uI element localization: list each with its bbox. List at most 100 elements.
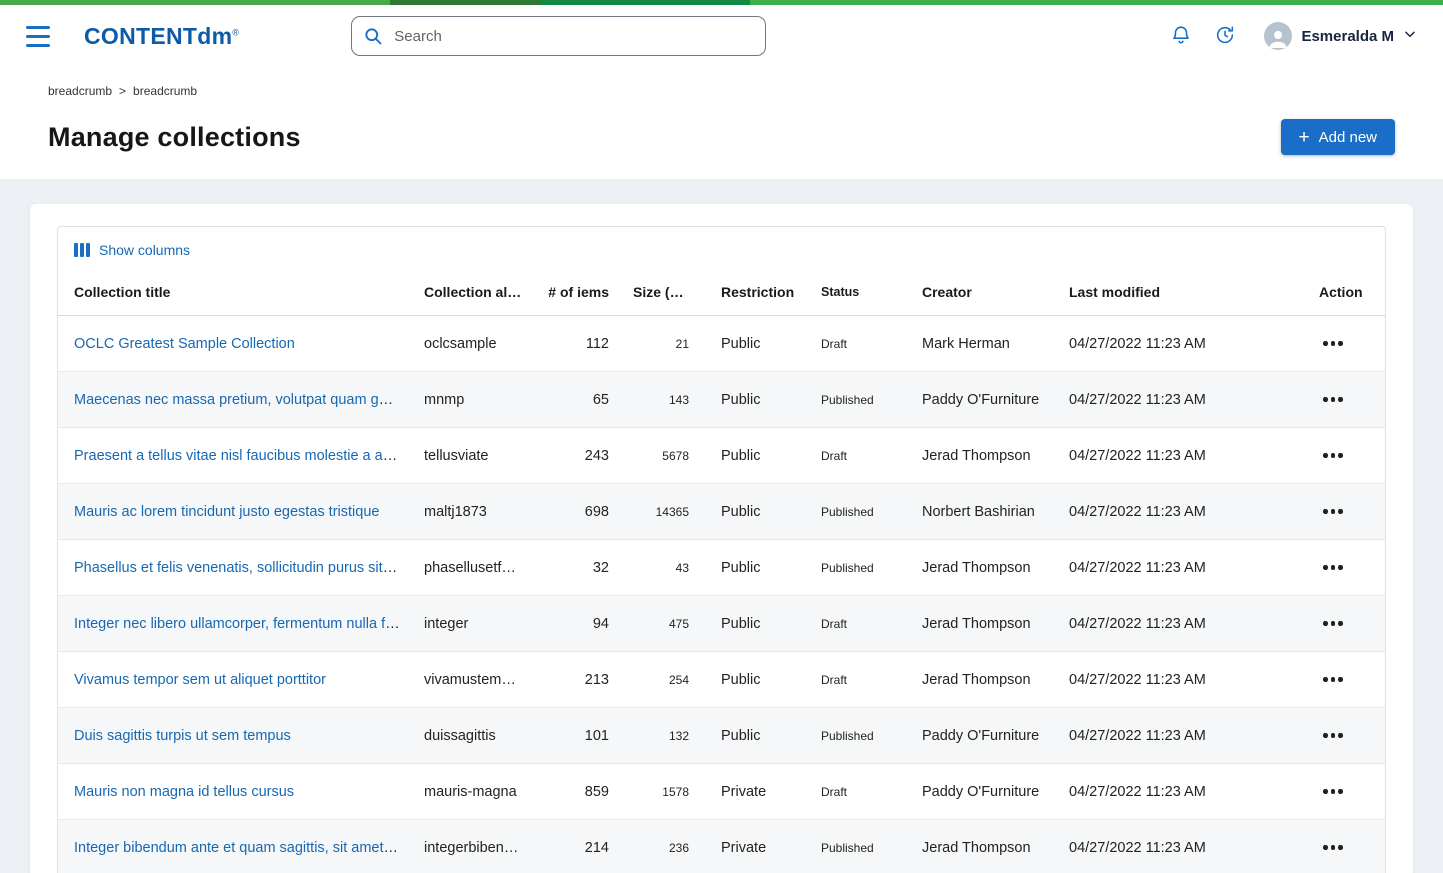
creator-cell: Paddy O'Furniture bbox=[906, 763, 1053, 820]
row-actions-button[interactable] bbox=[1319, 669, 1347, 690]
row-actions-button[interactable] bbox=[1319, 613, 1347, 634]
topbar-actions: Esmeralda M bbox=[1168, 22, 1417, 51]
table-row: Phasellus et felis venenatis, sollicitud… bbox=[58, 539, 1385, 596]
menu-button[interactable] bbox=[26, 25, 52, 47]
page-title: Manage collections bbox=[48, 121, 301, 152]
title-row: Manage collections + Add new bbox=[48, 119, 1395, 155]
collection-alias-cell: integerbibendum bbox=[408, 819, 530, 873]
add-new-label: Add new bbox=[1318, 128, 1377, 146]
notifications-button[interactable] bbox=[1168, 22, 1194, 51]
row-actions-button[interactable] bbox=[1319, 557, 1347, 578]
bell-icon bbox=[1170, 24, 1192, 49]
creator-cell: Mark Herman bbox=[906, 315, 1053, 372]
table-row: Vivamus tempor sem ut aliquet porttitor … bbox=[58, 651, 1385, 708]
column-header-size: Size (MB) bbox=[625, 270, 705, 316]
show-columns-button[interactable]: Show columns bbox=[74, 242, 190, 258]
breadcrumb-link[interactable]: breadcrumb bbox=[133, 84, 197, 98]
column-header-item-count: # of iems bbox=[530, 270, 625, 316]
column-header-restriction: Restriction bbox=[705, 270, 805, 316]
collection-title-cell: Duis sagittis turpis ut sem tempus bbox=[58, 707, 408, 764]
collection-title-cell: Mauris non magna id tellus cursus bbox=[58, 763, 408, 820]
collection-alias-cell: tellusviate bbox=[408, 427, 530, 484]
collection-title-link[interactable]: Maecenas nec massa pretium, volutpat qua… bbox=[74, 392, 408, 408]
ellipsis-icon bbox=[1323, 845, 1328, 850]
restriction-cell: Public bbox=[705, 371, 805, 428]
last-modified-cell: 04/27/2022 11:23 AM bbox=[1053, 819, 1303, 873]
collection-title-link[interactable]: Vivamus tempor sem ut aliquet porttitor bbox=[74, 672, 326, 688]
row-actions-button[interactable] bbox=[1319, 781, 1347, 802]
collection-title-cell: Integer bibendum ante et quam sagittis, … bbox=[58, 819, 408, 873]
item-count-cell: 243 bbox=[530, 427, 625, 484]
row-actions-button[interactable] bbox=[1319, 837, 1347, 858]
collection-title-cell: Vivamus tempor sem ut aliquet porttitor bbox=[58, 651, 408, 708]
row-actions-button[interactable] bbox=[1319, 725, 1347, 746]
collection-title-link[interactable]: Praesent a tellus vitae nisl faucibus mo… bbox=[74, 448, 408, 464]
size-cell: 132 bbox=[625, 707, 705, 764]
size-cell: 254 bbox=[625, 651, 705, 708]
creator-cell: Jerad Thompson bbox=[906, 539, 1053, 596]
row-actions-button[interactable] bbox=[1319, 333, 1347, 354]
ellipsis-icon bbox=[1323, 341, 1328, 346]
action-cell bbox=[1303, 707, 1385, 764]
collection-title-link[interactable]: Mauris non magna id tellus cursus bbox=[74, 784, 294, 800]
registered-mark: ® bbox=[232, 26, 240, 37]
collection-title-link[interactable]: Phasellus et felis venenatis, sollicitud… bbox=[74, 560, 407, 576]
row-actions-button[interactable] bbox=[1319, 389, 1347, 410]
content-area: Show columns Collection title Collection… bbox=[0, 179, 1443, 873]
size-cell: 5678 bbox=[625, 427, 705, 484]
collection-alias-cell: maltj1873 bbox=[408, 483, 530, 540]
status-cell: Published bbox=[805, 371, 906, 428]
action-cell bbox=[1303, 483, 1385, 540]
status-cell: Published bbox=[805, 539, 906, 596]
table-header-row: Collection title Collection alias # of i… bbox=[58, 270, 1385, 316]
row-actions-button[interactable] bbox=[1319, 501, 1347, 522]
collection-alias-cell: oclcsample bbox=[408, 315, 530, 372]
last-modified-cell: 04/27/2022 11:23 AM bbox=[1053, 371, 1303, 428]
restriction-cell: Public bbox=[705, 595, 805, 652]
restriction-cell: Public bbox=[705, 707, 805, 764]
collection-title-cell: Phasellus et felis venenatis, sollicitud… bbox=[58, 539, 408, 596]
item-count-cell: 65 bbox=[530, 371, 625, 428]
collection-alias-cell: phasellusetfelis bbox=[408, 539, 530, 596]
brand-color-strip bbox=[0, 0, 1443, 5]
ellipsis-icon bbox=[1323, 621, 1328, 626]
ellipsis-icon bbox=[1323, 677, 1328, 682]
history-button[interactable] bbox=[1212, 22, 1238, 51]
column-header-collection-title: Collection title bbox=[58, 270, 408, 316]
brand-strip-segment bbox=[389, 0, 542, 5]
last-modified-cell: 04/27/2022 11:23 AM bbox=[1053, 707, 1303, 764]
column-header-status: Status bbox=[805, 270, 906, 316]
row-actions-button[interactable] bbox=[1319, 445, 1347, 466]
creator-cell: Jerad Thompson bbox=[906, 595, 1053, 652]
search-input[interactable] bbox=[351, 16, 767, 56]
collections-card: Show columns Collection title Collection… bbox=[30, 204, 1413, 873]
breadcrumb-link[interactable]: breadcrumb bbox=[48, 84, 112, 98]
collection-alias-cell: mauris-magna bbox=[408, 763, 530, 820]
creator-cell: Jerad Thompson bbox=[906, 651, 1053, 708]
collection-title-link[interactable]: Integer nec libero ullamcorper, fermentu… bbox=[74, 616, 408, 632]
collection-title-link[interactable]: Integer bibendum ante et quam sagittis, … bbox=[74, 840, 408, 856]
status-cell: Published bbox=[805, 707, 906, 764]
ellipsis-icon bbox=[1323, 453, 1328, 458]
collection-title-link[interactable]: Duis sagittis turpis ut sem tempus bbox=[74, 728, 291, 744]
page-header: breadcrumb > breadcrumb Manage collectio… bbox=[0, 67, 1443, 179]
ellipsis-icon bbox=[1323, 509, 1328, 514]
collection-alias-cell: duissagittis bbox=[408, 707, 530, 764]
restriction-cell: Public bbox=[705, 315, 805, 372]
last-modified-cell: 04/27/2022 11:23 AM bbox=[1053, 483, 1303, 540]
table-row: Duis sagittis turpis ut sem tempus duiss… bbox=[58, 707, 1385, 764]
action-cell bbox=[1303, 315, 1385, 372]
collection-title-link[interactable]: Mauris ac lorem tincidunt justo egestas … bbox=[74, 504, 379, 520]
table-row: Mauris non magna id tellus cursus mauris… bbox=[58, 763, 1385, 820]
brand-strip-segment bbox=[750, 0, 1443, 5]
status-cell: Published bbox=[805, 483, 906, 540]
history-icon bbox=[1214, 24, 1236, 49]
add-new-button[interactable]: + Add new bbox=[1280, 119, 1395, 155]
last-modified-cell: 04/27/2022 11:23 AM bbox=[1053, 427, 1303, 484]
last-modified-cell: 04/27/2022 11:23 AM bbox=[1053, 763, 1303, 820]
table-row: OCLC Greatest Sample Collection oclcsamp… bbox=[58, 315, 1385, 372]
user-menu[interactable]: Esmeralda M bbox=[1264, 22, 1417, 50]
breadcrumb-separator: > bbox=[119, 84, 127, 98]
action-cell bbox=[1303, 371, 1385, 428]
collection-title-link[interactable]: OCLC Greatest Sample Collection bbox=[74, 336, 295, 352]
